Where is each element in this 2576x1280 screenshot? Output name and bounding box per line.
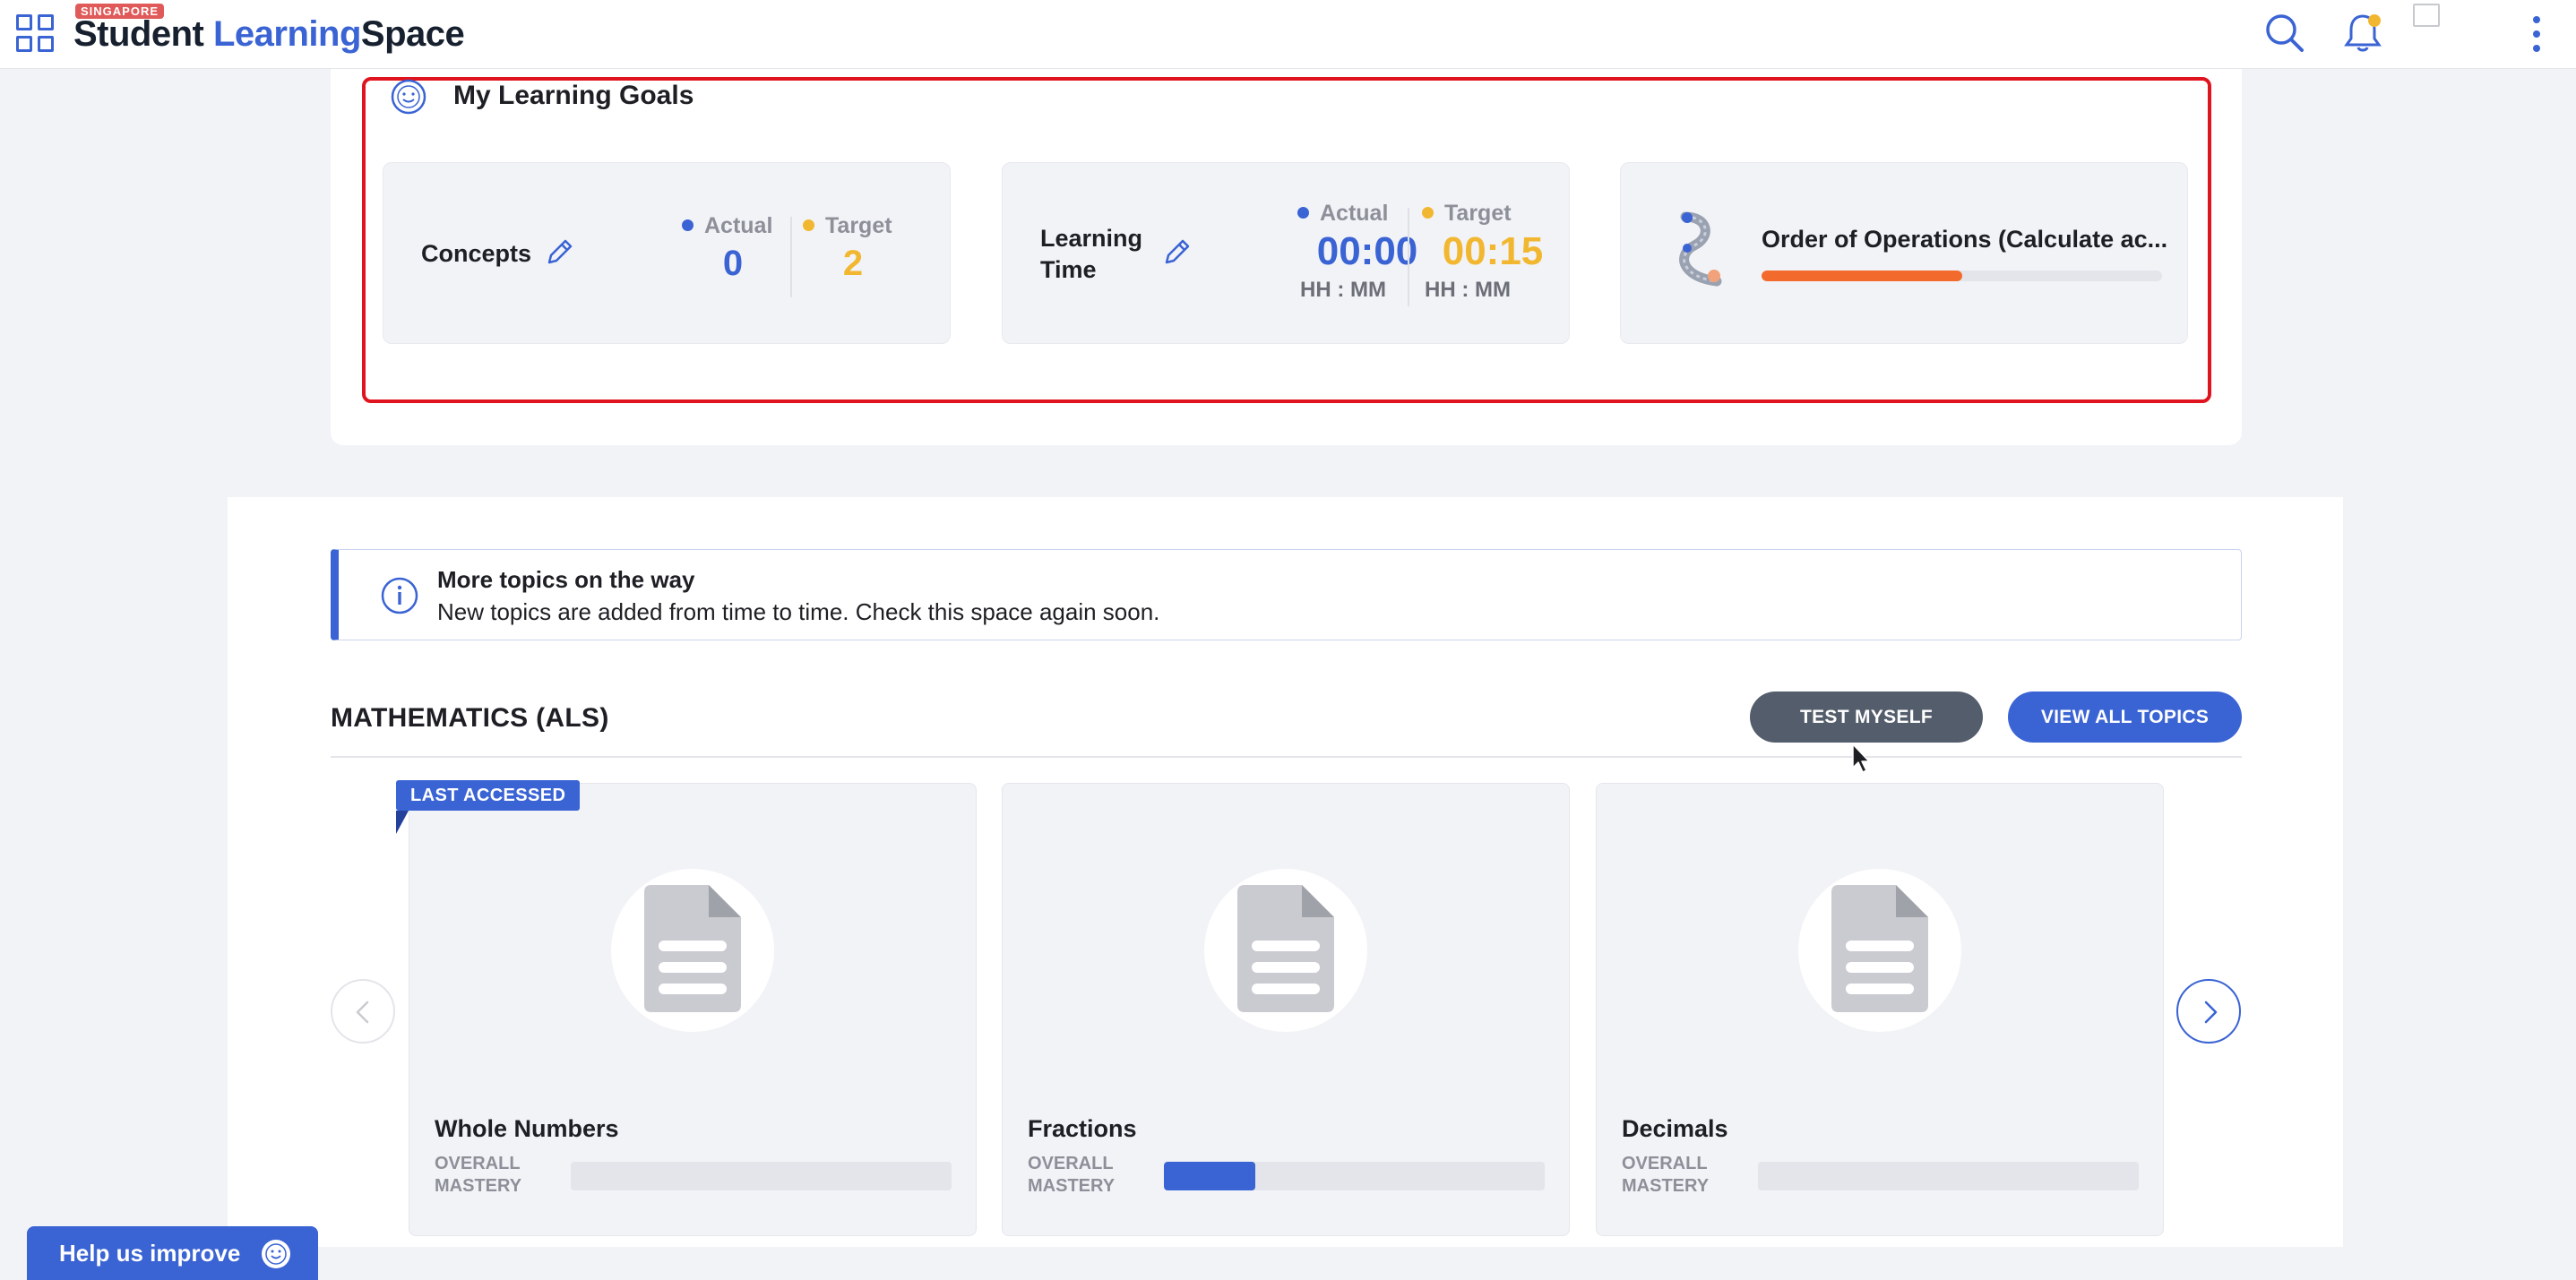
goals-title: My Learning Goals: [453, 81, 694, 110]
view-all-topics-button[interactable]: VIEW ALL TOPICS: [2008, 692, 2242, 743]
smiley-icon: [391, 79, 426, 115]
info-banner-title: More topics on the way: [437, 566, 695, 593]
topic-name: Fractions: [1028, 1115, 1137, 1142]
topic-thumbnail: [1798, 869, 1961, 1032]
current-topic-card[interactable]: Order of Operations (Calculate ac...: [1620, 162, 2188, 344]
section-divider: [331, 756, 2242, 758]
concepts-goal-card: Concepts Actual 0 Target 2: [383, 162, 951, 344]
overall-mastery-label: OVERALL MASTERY: [1028, 1154, 1116, 1196]
last-accessed-badge-fold: [396, 811, 409, 834]
learning-time-target-label: Target: [1422, 201, 1512, 227]
user-avatar[interactable]: [2413, 4, 2440, 27]
topic-card-fractions[interactable]: Fractions OVERALL MASTERY: [1002, 783, 1570, 1236]
concepts-actual-value: 0: [722, 244, 744, 283]
learning-time-actual-label: Actual: [1297, 201, 1388, 227]
learning-path-icon: [1679, 211, 1722, 287]
topic-name: Decimals: [1622, 1115, 1728, 1142]
overall-mastery-label: OVERALL MASTERY: [435, 1154, 522, 1196]
concepts-label: Concepts: [421, 240, 532, 267]
top-bar: SINGAPORE Student LearningSpace: [0, 0, 2576, 69]
notification-bell-icon[interactable]: [2339, 9, 2387, 57]
brand-word-student: Student: [73, 14, 204, 54]
brand-name: Student LearningSpace: [73, 14, 465, 55]
test-myself-button[interactable]: TEST MYSELF: [1750, 692, 1983, 743]
learning-time-label-line2: Time: [1040, 256, 1097, 283]
mouse-cursor-icon: [1852, 743, 1870, 773]
mastery-bar: [571, 1162, 952, 1190]
learning-time-target-value: 00:15: [1442, 229, 1544, 273]
chevron-right-icon: [2204, 1001, 2218, 1024]
document-icon: [644, 885, 741, 1012]
more-options-icon[interactable]: [2522, 7, 2549, 61]
topic-card-whole-numbers[interactable]: Whole Numbers OVERALL MASTERY: [409, 783, 977, 1236]
carousel-next-button[interactable]: [2176, 979, 2241, 1044]
bottom-strip: [0, 1247, 2576, 1280]
search-icon[interactable]: [2260, 9, 2308, 57]
concepts-actual-label: Actual: [682, 213, 772, 239]
edit-learning-time-pencil-icon[interactable]: [1160, 236, 1193, 269]
info-banner: More topics on the way New topics are ad…: [331, 549, 2242, 640]
topic-thumbnail: [1204, 869, 1367, 1032]
carousel-prev-button[interactable]: [331, 979, 395, 1044]
document-icon: [1237, 885, 1334, 1012]
current-topic-name: Order of Operations (Calculate ac...: [1762, 226, 2168, 253]
subject-title: MATHEMATICS (ALS): [331, 703, 609, 733]
help-us-improve-label: Help us improve: [59, 1240, 241, 1267]
topic-name: Whole Numbers: [435, 1115, 619, 1142]
document-icon: [1831, 885, 1928, 1012]
overall-mastery-label: OVERALL MASTERY: [1622, 1154, 1710, 1196]
info-icon: [381, 577, 418, 614]
info-banner-text: New topics are added from time to time. …: [437, 598, 1160, 625]
learning-time-goal-card: Learning Time Actual 00:00 HH : MM Targe…: [1002, 162, 1570, 344]
chevron-left-icon: [356, 1001, 369, 1024]
brand-word-learning: Learning: [213, 14, 361, 54]
learning-time-label-line1: Learning: [1040, 225, 1143, 252]
learning-time-target-unit: HH : MM: [1425, 278, 1511, 302]
concepts-target-value: 2: [842, 244, 864, 283]
mastery-bar-fill: [1164, 1162, 1255, 1190]
brand-word-space: Space: [360, 14, 465, 54]
mastery-bar: [1164, 1162, 1545, 1190]
edit-concepts-pencil-icon[interactable]: [543, 236, 575, 269]
mastery-bar: [1758, 1162, 2139, 1190]
topic-thumbnail: [611, 869, 774, 1032]
apps-grid-icon[interactable]: [16, 14, 54, 52]
help-us-improve-button[interactable]: Help us improve: [27, 1226, 318, 1280]
last-accessed-badge: LAST ACCESSED: [396, 780, 581, 811]
concepts-target-label: Target: [803, 213, 892, 239]
learning-time-actual-unit: HH : MM: [1300, 278, 1386, 302]
smiley-icon: [262, 1240, 290, 1268]
topic-card-decimals[interactable]: Decimals OVERALL MASTERY: [1596, 783, 2164, 1236]
current-topic-progress-bar: [1762, 271, 2162, 281]
current-topic-progress-fill: [1762, 271, 1962, 281]
